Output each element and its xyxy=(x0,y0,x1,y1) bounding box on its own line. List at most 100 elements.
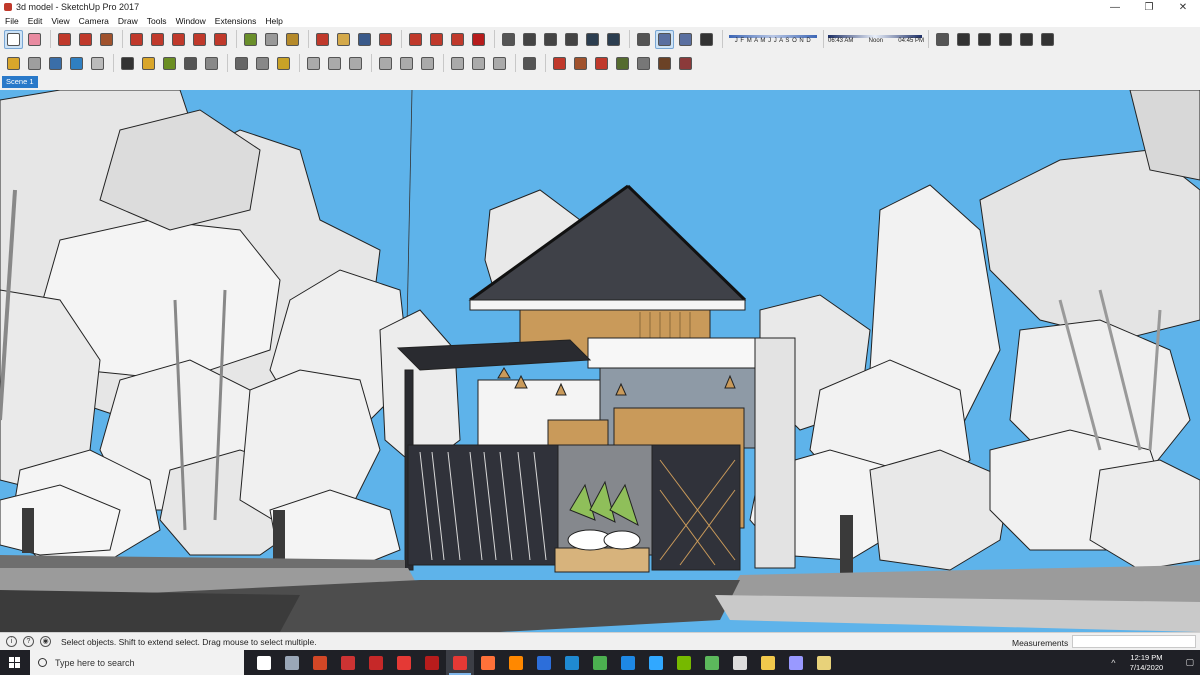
edge-taskbar-button[interactable] xyxy=(558,650,586,675)
menu-file[interactable]: File xyxy=(0,16,23,26)
paint-bucket-button[interactable] xyxy=(283,30,302,49)
extension-warehouse-button[interactable] xyxy=(448,30,467,49)
orbit-button[interactable] xyxy=(313,30,332,49)
camera-position-button[interactable] xyxy=(634,30,653,49)
top-view-button[interactable] xyxy=(954,30,973,49)
vlc-taskbar-button[interactable] xyxy=(502,650,530,675)
render-a-button[interactable] xyxy=(592,54,611,73)
wireframe-button[interactable] xyxy=(541,30,560,49)
menu-camera[interactable]: Camera xyxy=(74,16,113,26)
tray-overflow-icon[interactable]: ^ xyxy=(1111,658,1115,668)
media-player-taskbar-button[interactable] xyxy=(334,650,362,675)
sandbox-button[interactable] xyxy=(25,54,44,73)
tape-measure-button[interactable] xyxy=(241,30,260,49)
shadow-time-slider[interactable]: 06:43 AM Noon 04:45 PM xyxy=(828,29,924,49)
scene-render[interactable] xyxy=(0,90,1200,632)
material-b-button[interactable] xyxy=(571,54,590,73)
scene-tab-1[interactable]: Scene 1 xyxy=(2,76,38,88)
left-view-button[interactable] xyxy=(1038,30,1057,49)
zoom-button[interactable] xyxy=(355,30,374,49)
user-icon[interactable]: ◉ xyxy=(40,636,51,647)
front-view-button[interactable] xyxy=(975,30,994,49)
shaded-button[interactable] xyxy=(583,30,602,49)
share-model-button[interactable] xyxy=(427,30,446,49)
xray-button[interactable] xyxy=(520,30,539,49)
explorer-taskbar-button[interactable] xyxy=(754,650,782,675)
sandbox-stamp-button[interactable] xyxy=(397,54,416,73)
standard-views-b-button[interactable] xyxy=(325,54,344,73)
sandbox-drape-button[interactable] xyxy=(418,54,437,73)
rotate-button[interactable] xyxy=(190,30,209,49)
two-point-button[interactable] xyxy=(676,30,695,49)
measurements-input[interactable] xyxy=(1072,635,1196,648)
text-button[interactable] xyxy=(262,30,281,49)
follow-me-button[interactable] xyxy=(148,30,167,49)
render-d-button[interactable] xyxy=(655,54,674,73)
menu-draw[interactable]: Draw xyxy=(113,16,142,26)
sketchup-taskbar-button[interactable] xyxy=(446,650,474,675)
shadow-toggle-button[interactable] xyxy=(697,30,716,49)
sandbox-detail-button[interactable] xyxy=(448,54,467,73)
menu-window[interactable]: Window xyxy=(171,16,210,26)
photoshop-taskbar-button[interactable] xyxy=(642,650,670,675)
iso-view-button[interactable] xyxy=(933,30,952,49)
sandbox-grid-button[interactable] xyxy=(490,54,509,73)
outer-shell-button[interactable] xyxy=(139,54,158,73)
render-e-button[interactable] xyxy=(676,54,695,73)
rectangle-button[interactable] xyxy=(97,30,116,49)
trim-button[interactable] xyxy=(160,54,179,73)
model-viewport[interactable] xyxy=(0,90,1200,632)
layer-button[interactable] xyxy=(88,54,107,73)
menu-tools[interactable]: Tools xyxy=(142,16,171,26)
start-button[interactable] xyxy=(0,650,30,675)
help-icon[interactable]: ? xyxy=(23,636,34,647)
select-arrow-button[interactable] xyxy=(4,29,23,49)
menu-help[interactable]: Help xyxy=(260,16,286,26)
firefox-taskbar-button[interactable] xyxy=(474,650,502,675)
task-view-taskbar-button[interactable] xyxy=(250,650,278,675)
chrome-taskbar-button[interactable] xyxy=(586,650,614,675)
material-a-button[interactable] xyxy=(550,54,569,73)
malwarebytes-taskbar-button[interactable] xyxy=(530,650,558,675)
right-view-button[interactable] xyxy=(996,30,1015,49)
shadow-date-slider[interactable]: J F M A M J J A S O N D xyxy=(727,29,819,49)
sound-button[interactable] xyxy=(202,54,221,73)
nvidia-taskbar-button[interactable] xyxy=(670,650,698,675)
geo-info-icon[interactable]: i xyxy=(6,636,17,647)
styles-button[interactable] xyxy=(118,54,137,73)
menu-view[interactable]: View xyxy=(46,16,73,26)
dynamic-component-button[interactable] xyxy=(181,54,200,73)
render-c-button[interactable] xyxy=(634,54,653,73)
close-button[interactable]: ✕ xyxy=(1166,0,1200,14)
camera-app-taskbar-button[interactable] xyxy=(278,650,306,675)
menu-edit[interactable]: Edit xyxy=(23,16,47,26)
components-button[interactable] xyxy=(232,54,251,73)
move-button[interactable] xyxy=(169,30,188,49)
add-location-button[interactable] xyxy=(253,54,272,73)
textured-button[interactable] xyxy=(604,30,623,49)
standard-views-a-button[interactable] xyxy=(304,54,323,73)
acrobat-taskbar-button[interactable] xyxy=(390,650,418,675)
ruby-button[interactable] xyxy=(469,30,488,49)
line-pencil-button[interactable] xyxy=(55,30,74,49)
render-b-button[interactable] xyxy=(613,54,632,73)
pan-button[interactable] xyxy=(334,30,353,49)
section-plane-button[interactable] xyxy=(499,30,518,49)
hidden-line-button[interactable] xyxy=(562,30,581,49)
scale-button[interactable] xyxy=(211,30,230,49)
back-view-button[interactable] xyxy=(1017,30,1036,49)
pdf-reader-taskbar-button[interactable] xyxy=(362,650,390,675)
standard-views-c-button[interactable] xyxy=(346,54,365,73)
photo-texture-button[interactable] xyxy=(274,54,293,73)
mail-taskbar-button[interactable] xyxy=(614,650,642,675)
eraser-button[interactable] xyxy=(25,30,44,49)
arc-button[interactable] xyxy=(76,30,95,49)
premiere-taskbar-button[interactable] xyxy=(782,650,810,675)
sandbox-smoove-button[interactable] xyxy=(376,54,395,73)
warehouse-button[interactable] xyxy=(406,30,425,49)
push-pull-button[interactable] xyxy=(127,30,146,49)
solid-tools-button[interactable] xyxy=(4,54,23,73)
zoom-extents-button[interactable] xyxy=(376,30,395,49)
powerpoint-taskbar-button[interactable] xyxy=(306,650,334,675)
geo-location-button[interactable] xyxy=(520,54,539,73)
